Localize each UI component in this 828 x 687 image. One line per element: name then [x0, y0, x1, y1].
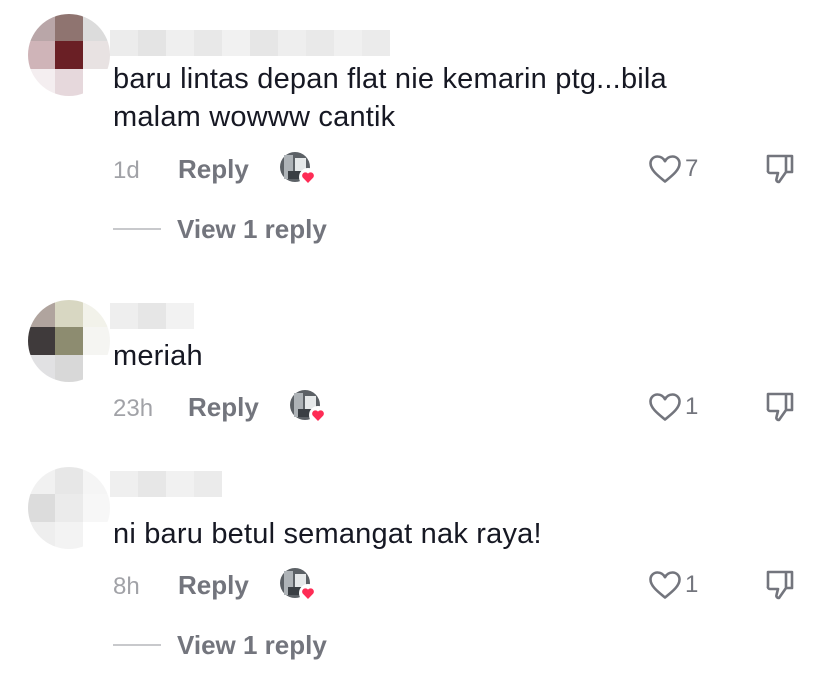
divider-line — [113, 228, 161, 230]
comment-text-line: malam wowww cantik — [113, 101, 396, 133]
like-count: 7 — [685, 155, 699, 182]
view-replies-button[interactable]: View 1 reply — [113, 211, 327, 247]
comment-text: meriah — [113, 337, 753, 375]
comment-time: 1d — [113, 157, 140, 184]
view-replies-button[interactable]: View 1 reply — [113, 627, 327, 663]
comment-text-line: meriah — [113, 340, 203, 372]
comment-meta: 23h Reply 1 — [113, 389, 813, 429]
heart-outline-icon — [649, 393, 681, 421]
reply-button[interactable]: Reply — [178, 570, 249, 601]
comment-text: ni baru betul semangat nak raya! — [113, 515, 753, 553]
heart-outline-icon — [649, 155, 681, 183]
thumbs-down-icon[interactable] — [764, 567, 796, 603]
thumbs-down-icon[interactable] — [764, 389, 796, 425]
comment-text: baru lintas depan flat nie kemarin ptg..… — [113, 60, 753, 136]
avatar[interactable] — [28, 300, 110, 382]
reply-button[interactable]: Reply — [188, 392, 259, 423]
like-count: 1 — [685, 393, 699, 420]
comment-meta: 1d Reply 7 — [113, 151, 813, 191]
view-replies-label: View 1 reply — [177, 213, 327, 244]
comment-text-line: ni baru betul semangat nak raya! — [113, 518, 542, 550]
like-button[interactable]: 1 — [648, 389, 698, 425]
username[interactable] — [110, 30, 410, 56]
creator-liked-icon — [290, 390, 327, 424]
username[interactable] — [110, 303, 194, 329]
divider-line — [113, 644, 161, 646]
like-button[interactable]: 7 — [648, 151, 698, 187]
avatar[interactable] — [28, 14, 110, 96]
avatar[interactable] — [28, 467, 110, 549]
creator-liked-icon — [280, 152, 317, 186]
thumbs-down-icon[interactable] — [764, 151, 796, 187]
comment-meta: 8h Reply 1 — [113, 567, 813, 607]
like-count: 1 — [685, 571, 699, 598]
comment-time: 23h — [113, 395, 154, 422]
comment-text-line: baru lintas depan flat nie kemarin ptg..… — [113, 63, 667, 95]
heart-outline-icon — [649, 571, 681, 599]
comment-time: 8h — [113, 573, 140, 600]
reply-button[interactable]: Reply — [178, 154, 249, 185]
creator-liked-icon — [280, 568, 317, 602]
view-replies-label: View 1 reply — [177, 629, 327, 660]
like-button[interactable]: 1 — [648, 567, 698, 603]
username[interactable] — [110, 471, 222, 497]
